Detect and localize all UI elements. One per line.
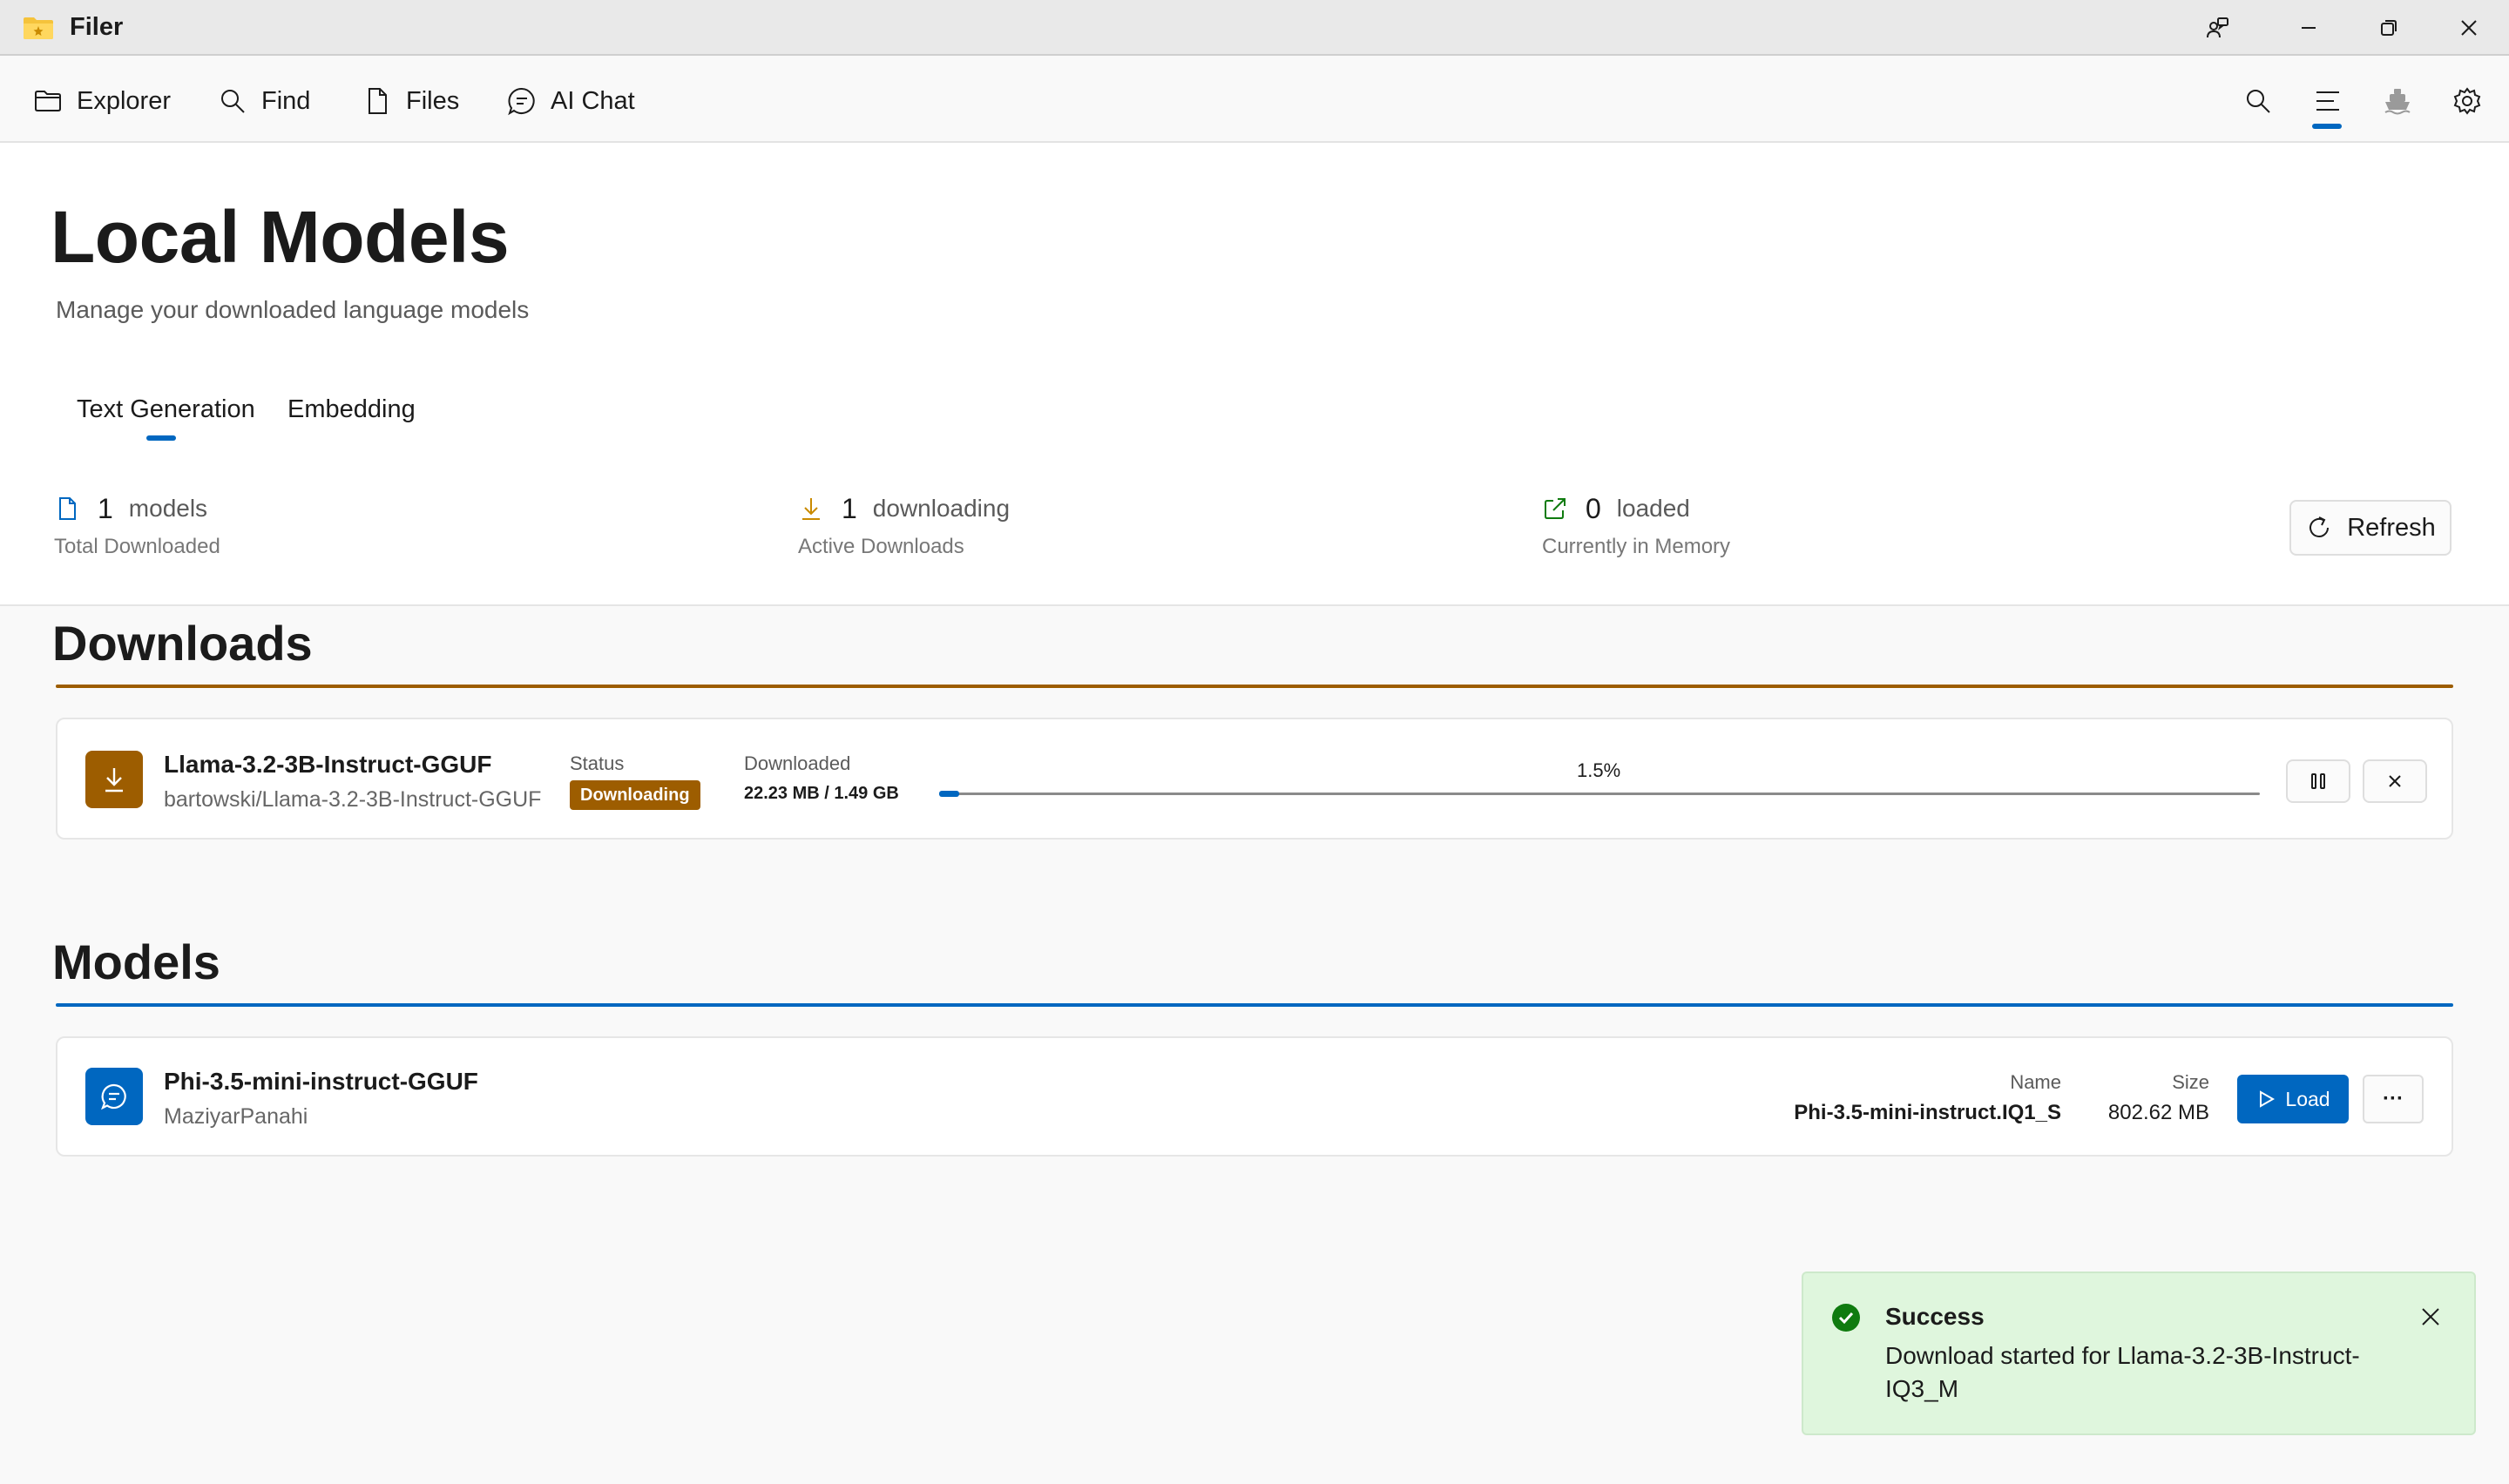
stat-total-downloaded: 1 models Total Downloaded: [54, 491, 220, 559]
download-card: Llama-3.2-3B-Instruct-GGUF bartowski/Lla…: [56, 718, 2453, 840]
download-progress-fill: [939, 791, 959, 797]
nav-find-label: Find: [261, 86, 311, 115]
model-card: Phi-3.5-mini-instruct-GGUF MaziyarPanahi…: [56, 1036, 2453, 1157]
folder-icon: [35, 91, 61, 111]
minimize-button[interactable]: [2269, 0, 2349, 56]
toolbar-search-button[interactable]: [2237, 80, 2279, 122]
downloaded-label: Downloaded: [744, 752, 851, 774]
more-options-button[interactable]: ···: [2363, 1075, 2424, 1123]
page-header: Local Models Manage your downloaded lang…: [0, 143, 2509, 606]
download-progress-bar: [939, 791, 2260, 797]
nav-ai-chat[interactable]: AI Chat: [507, 82, 635, 120]
cancel-download-button[interactable]: [2363, 759, 2427, 803]
toolbar-models-button[interactable]: [2307, 80, 2349, 122]
download-icon: [802, 498, 820, 520]
success-toast: Success Download started for Llama-3.2-3…: [1802, 1272, 2476, 1435]
model-size-label: Size: [2172, 1071, 2209, 1093]
downloaded-amount: 22.23 MB / 1.49 GB: [744, 784, 899, 803]
feedback-button[interactable]: [2178, 0, 2258, 56]
nav-explorer[interactable]: Explorer: [33, 82, 171, 120]
external-link-icon: [1545, 498, 1566, 519]
restore-icon: [2381, 20, 2397, 36]
progress-percent: 1.5%: [1577, 759, 1621, 781]
search-icon: [221, 90, 245, 113]
toolbar: Explorer Find Files AI Chat: [0, 57, 2509, 143]
title-bar: Filer: [0, 0, 2509, 56]
load-label: Load: [2285, 1087, 2330, 1110]
minimize-icon: [2302, 27, 2316, 29]
gear-icon: [2453, 87, 2481, 115]
downloads-section-title: Downloads: [52, 616, 313, 671]
app-window: Filer Explorer Find Files AI Chat Local …: [0, 0, 2509, 1484]
status-label: Status: [570, 752, 625, 774]
nav-files-label: Files: [406, 86, 460, 115]
stat-unit: models: [128, 495, 208, 522]
toast-title: Success: [1885, 1303, 1985, 1330]
models-divider: [56, 1003, 2453, 1007]
ship-icon: [2384, 89, 2411, 115]
nav-explorer-label: Explorer: [77, 86, 171, 115]
stat-caption: Total Downloaded: [54, 535, 220, 558]
nav-ai-chat-label: AI Chat: [551, 86, 635, 115]
nav-files[interactable]: Files: [362, 82, 459, 120]
stat-unit: downloading: [872, 495, 1011, 522]
document-icon: [59, 497, 76, 520]
play-icon: [2260, 1090, 2276, 1108]
download-card-icon-box: [85, 751, 143, 808]
close-icon: [2422, 1308, 2439, 1325]
toolbar-settings-button[interactable]: [2446, 80, 2488, 122]
stat-count: 0: [1586, 492, 1601, 524]
refresh-icon: [2309, 516, 2330, 537]
model-size: 802.62 MB: [2107, 1101, 2209, 1124]
restore-button[interactable]: [2349, 0, 2429, 56]
downloads-divider: [56, 685, 2453, 688]
tab-text-generation[interactable]: Text Generation: [77, 395, 255, 424]
download-model-name: Llama-3.2-3B-Instruct-GGUF: [164, 751, 492, 778]
model-file-label: Name: [2010, 1071, 2061, 1093]
model-name: Phi-3.5-mini-instruct-GGUF: [164, 1068, 478, 1095]
menu-icon: [2316, 91, 2339, 111]
toolbar-ship-button[interactable]: [2377, 80, 2418, 122]
page-title: Local Models: [51, 196, 510, 278]
download-model-repo: bartowski/Llama-3.2-3B-Instruct-GGUF: [164, 787, 542, 812]
stat-loaded: 0 loaded Currently in Memory: [1542, 491, 1730, 559]
model-file-name: Phi-3.5-mini-instruct.IQ1_S: [1794, 1101, 2061, 1124]
nav-find[interactable]: Find: [218, 82, 310, 120]
refresh-button[interactable]: Refresh: [2289, 500, 2452, 556]
refresh-label: Refresh: [2347, 513, 2436, 542]
stat-count: 1: [98, 492, 113, 524]
close-icon: [2389, 775, 2401, 787]
model-author: MaziyarPanahi: [164, 1104, 308, 1129]
chat-icon: [508, 87, 535, 116]
close-window-button[interactable]: [2429, 0, 2509, 56]
page-subtitle: Manage your downloaded language models: [56, 296, 530, 323]
check-circle-icon: [1832, 1304, 1860, 1332]
tab-active-indicator: [146, 435, 176, 441]
chat-icon: [101, 1083, 126, 1110]
status-badge: Downloading: [570, 780, 700, 810]
person-feedback-icon: [2207, 17, 2228, 38]
folder-logo-icon: [24, 17, 53, 39]
model-card-icon-box: [85, 1068, 143, 1125]
file-icon: [369, 88, 387, 114]
stat-count: 1: [842, 492, 857, 524]
pause-download-button[interactable]: [2286, 759, 2350, 803]
tab-embedding[interactable]: Embedding: [287, 395, 416, 424]
download-icon: [105, 768, 123, 793]
toast-message: Download started for Llama-3.2-3B-Instru…: [1885, 1342, 2360, 1402]
load-model-button[interactable]: Load: [2237, 1075, 2349, 1123]
stat-unit: loaded: [1616, 495, 1690, 522]
close-icon: [2461, 20, 2477, 36]
models-section-title: Models: [52, 934, 220, 989]
stat-active-downloads: 1 downloading Active Downloads: [798, 491, 1010, 559]
stat-caption: Currently in Memory: [1542, 535, 1731, 558]
toolbar-active-indicator: [2312, 124, 2342, 129]
pause-icon: [2311, 773, 2325, 789]
stat-caption: Active Downloads: [798, 535, 964, 558]
search-icon: [2247, 90, 2270, 113]
toast-close-button[interactable]: [2415, 1301, 2446, 1332]
app-title: Filer: [70, 13, 124, 41]
